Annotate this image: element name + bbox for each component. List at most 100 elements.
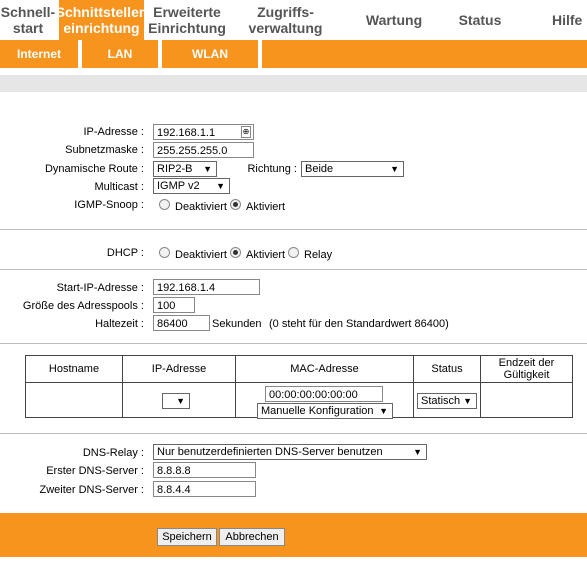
multicast-value: IGMP v2 [157,180,200,192]
lease-time-input[interactable]: 86400 [153,315,210,331]
lease-time-note: (0 steht für den Standardwert 86400) [269,318,449,330]
dropdown-arrow-icon: ▼ [463,396,472,406]
mac-mode-select[interactable]: Manuelle Konfiguration ▼ [257,403,393,419]
col-ip-address: IP-Adresse [122,355,236,383]
mac-mode-value: Manuelle Konfiguration [261,405,374,417]
nav-label: Status [458,12,502,28]
lock-icon: ⊕ [241,126,251,138]
nav-access-management[interactable]: Zugriffs-verwaltung [243,0,328,40]
sub-nav: Internet LAN WLAN [0,40,587,68]
dropdown-arrow-icon: ▼ [413,447,422,457]
multicast-select[interactable]: IGMP v2 ▼ [153,178,230,194]
nav-maintenance[interactable]: Wartung [360,0,428,40]
first-dns-label: Erster DNS-Server : [46,465,144,477]
divider [0,269,587,270]
status-cell: Statisch ▼ [413,382,481,418]
start-ip-input[interactable]: 192.168.1.4 [153,279,260,295]
dhcp-label: DHCP : [106,247,144,259]
lease-time-label: Haltezeit : [95,318,144,330]
dns-relay-value: Nur benutzerdefinierten DNS-Server benut… [157,446,383,458]
col-expiry: Endzeit der Gültigkeit [480,355,573,383]
dhcp-relay-radio[interactable] [288,247,299,258]
dropdown-arrow-icon: ▼ [390,164,399,174]
first-dns-input[interactable]: 8.8.8.8 [153,462,256,478]
second-dns-input[interactable]: 8.8.4.4 [153,481,256,497]
igmp-off-radio[interactable] [159,199,170,210]
igmp-snoop-label: IGMP-Snoop : [74,199,144,211]
nav-label: Einrichtung [148,20,226,36]
hostname-cell [25,382,123,418]
ip-address-value: 192.168.1.1 [157,127,216,139]
nav-label: Zugriffs- [257,4,314,20]
section-header-bar [0,75,587,92]
ip-select[interactable]: ▼ [162,393,190,409]
status-select[interactable]: Statisch ▼ [417,393,477,409]
pool-size-input[interactable]: 100 [153,297,195,313]
col-status: Status [413,355,481,383]
nav-interface-setup[interactable]: Schnittstellen einrichtung [56,0,147,40]
subnav-lan[interactable]: LAN [82,40,158,68]
igmp-on-radio[interactable] [230,199,241,210]
lease-time-unit: Sekunden [212,318,262,330]
nav-quickstart[interactable]: Schnell-start [0,0,56,40]
ip-address-label: IP-Adresse : [83,126,144,138]
dhcp-lease-table: Hostname IP-Adresse MAC-Adresse Status E… [25,355,573,419]
nav-label: Wartung [365,12,423,28]
col-hostname: Hostname [25,355,123,383]
dynamic-route-label: Dynamische Route : [44,163,144,175]
subnav-divider [258,40,262,68]
dynamic-route-select[interactable]: RIP2-B ▼ [153,161,217,177]
dhcp-off-label: Deaktiviert [175,249,227,261]
igmp-off-label: Deaktiviert [175,201,227,213]
nav-help[interactable]: Hilfe [552,0,587,40]
ip-address-input[interactable]: 192.168.1.1 ⊕ [153,124,254,140]
nav-label: start [12,20,44,36]
nav-label: verwaltung [248,20,323,36]
mac-input[interactable]: 00:00:00:00:00:00 [265,386,383,402]
nav-label: Erweiterte [153,4,221,20]
nav-status[interactable]: Status [452,0,508,40]
divider [0,343,587,344]
cancel-button[interactable]: Abbrechen [219,528,285,546]
dropdown-arrow-icon: ▼ [216,181,225,191]
nav-advanced-setup[interactable]: Erweiterte Einrichtung [146,0,228,40]
expiry-cell [480,382,573,418]
dns-relay-label: DNS-Relay : [82,447,144,459]
multicast-label: Multicast : [94,181,144,193]
dropdown-arrow-icon: ▼ [176,396,185,406]
igmp-on-label: Aktiviert [246,201,286,213]
top-nav: Schnell-start Schnittstellen einrichtung … [0,0,587,40]
nav-label: einrichtung [63,20,140,36]
subnav-internet[interactable]: Internet [0,40,78,68]
table-row: ▼ 00:00:00:00:00:00 Manuelle Konfigurati… [25,382,573,419]
dhcp-off-radio[interactable] [159,247,170,258]
table-header-row: Hostname IP-Adresse MAC-Adresse Status E… [25,355,573,383]
nav-label: Hilfe [552,12,583,28]
dynamic-route-value: RIP2-B [157,163,193,175]
nav-label: Schnittstellen [55,4,148,20]
mac-cell: 00:00:00:00:00:00 Manuelle Konfiguration… [235,382,414,419]
save-button[interactable]: Speichern [157,528,217,546]
divider [0,229,587,230]
subnet-mask-input[interactable]: 255.255.255.0 [153,142,254,158]
pool-size-label: Größe des Adresspools : [22,300,144,312]
divider [0,433,587,434]
dhcp-on-label: Aktiviert [246,249,286,261]
ip-cell: ▼ [122,382,236,418]
nav-label: Schnell- [0,4,56,20]
dhcp-relay-label: Relay [304,249,333,261]
start-ip-label: Start-IP-Adresse : [56,282,144,294]
direction-label: Richtung : [247,163,297,175]
dropdown-arrow-icon: ▼ [379,406,388,416]
dns-relay-select[interactable]: Nur benutzerdefinierten DNS-Server benut… [153,444,427,460]
col-mac-address: MAC-Adresse [235,355,414,383]
dropdown-arrow-icon: ▼ [203,164,212,174]
subnet-mask-label: Subnetzmaske : [65,144,144,156]
dhcp-on-radio[interactable] [230,247,241,258]
direction-select[interactable]: Beide ▼ [301,161,404,177]
status-value: Statisch [421,395,461,407]
action-bar [0,513,587,557]
direction-value: Beide [305,163,334,175]
col-expiry-label: Endzeit der Gültigkeit [498,357,555,381]
subnav-wlan[interactable]: WLAN [162,40,258,68]
